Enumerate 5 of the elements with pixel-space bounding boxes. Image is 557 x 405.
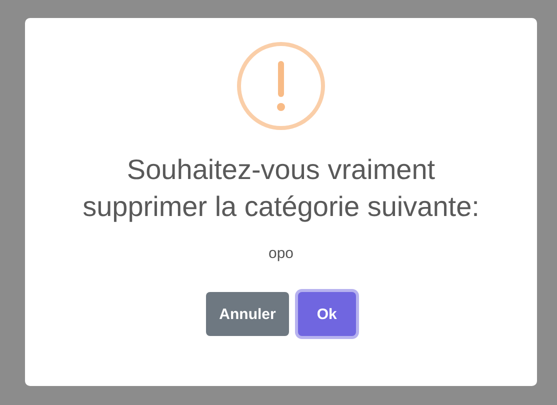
cancel-button[interactable]: Annuler [206,292,289,336]
dialog-message: opo [268,245,294,262]
dialog-title: Souhaitez-vous vraiment supprimer la catégorie suivante: [82,153,480,224]
confirm-button[interactable]: Ok [298,292,356,336]
warning-icon [236,41,326,131]
